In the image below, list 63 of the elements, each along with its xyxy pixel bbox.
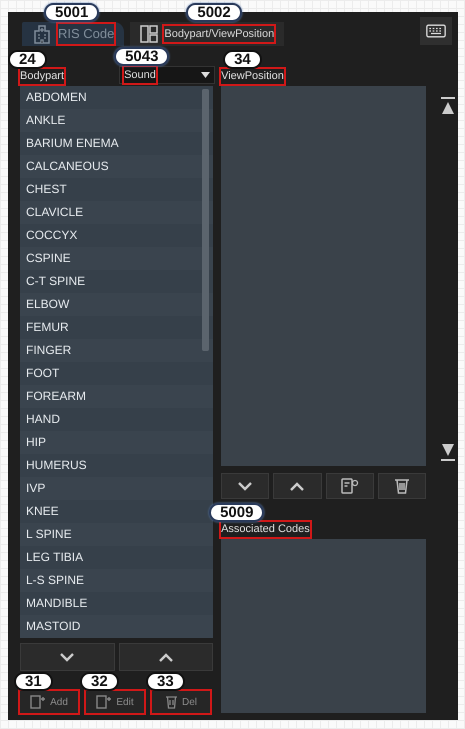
list-item[interactable]: CSPINE <box>20 247 214 270</box>
list-item[interactable]: ANKLE <box>20 109 214 132</box>
trash-icon <box>164 695 178 709</box>
chevron-down-icon <box>238 482 252 490</box>
list-item[interactable]: CLAVICLE <box>20 201 214 224</box>
list-item[interactable]: HIP <box>20 431 214 454</box>
list-item[interactable]: COCCYX <box>20 224 214 247</box>
add-item-button[interactable] <box>326 473 374 499</box>
callout-badge: 32 <box>80 672 119 691</box>
callout-badge: 5001 <box>44 3 100 22</box>
keyboard-icon <box>426 23 446 39</box>
delete-button[interactable] <box>378 473 426 499</box>
chevron-down-icon <box>60 652 74 662</box>
list-item[interactable]: FINGER <box>20 339 214 362</box>
list-item[interactable]: CHEST <box>20 178 214 201</box>
callout-badge: 5043 <box>114 47 170 66</box>
tab[interactable]: RIS Code <box>22 22 124 46</box>
list-item[interactable]: C-T SPINE <box>20 270 214 293</box>
bodypart-label: Bodypart <box>20 69 64 84</box>
delete-button[interactable]: Del <box>152 691 210 713</box>
move-up-button[interactable] <box>273 473 322 499</box>
tab[interactable]: Bodypart/ViewPosition <box>130 22 284 46</box>
sound-value: Sound <box>124 66 156 84</box>
callout-badge: 24 <box>8 50 47 69</box>
trash-icon <box>394 478 410 494</box>
edit-button[interactable]: Edit <box>86 691 144 713</box>
add-button[interactable]: Add <box>20 691 78 713</box>
chevron-up-icon <box>290 482 304 490</box>
chevron-up-icon <box>158 652 173 662</box>
list-item[interactable]: KNEE <box>20 500 214 523</box>
list-item[interactable]: HAND <box>20 408 214 431</box>
scroll-to-top-button[interactable] <box>440 96 456 114</box>
sound-dropdown[interactable]: Sound <box>119 66 216 84</box>
scroll-to-bottom-button[interactable] <box>440 442 456 460</box>
list-item[interactable]: FEMUR <box>20 316 214 339</box>
callout-badge: 33 <box>146 672 185 691</box>
callout-badge: 31 <box>14 672 53 691</box>
list-item[interactable]: IVP <box>20 477 214 500</box>
scrollbar-thumb[interactable] <box>202 89 210 351</box>
list-item[interactable]: MASTOID <box>20 615 214 638</box>
move-down-button[interactable] <box>221 473 270 499</box>
list-item[interactable]: L-S SPINE <box>20 569 214 592</box>
scroll-to-bottom-icon <box>440 442 456 461</box>
hospital-icon <box>32 24 52 44</box>
list-item[interactable]: ELBOW <box>20 293 214 316</box>
list-item[interactable]: BARIUM ENEMA <box>20 132 214 155</box>
list-item[interactable]: ABDOMEN <box>20 86 214 109</box>
scroll-to-top-icon <box>440 96 456 115</box>
keyboard-button[interactable] <box>420 17 452 45</box>
callout-badge: 5009 <box>209 503 264 522</box>
layout-icon <box>140 24 158 44</box>
list-item[interactable]: CALCANEOUS <box>20 155 214 178</box>
dropdown-arrow-icon <box>201 72 210 78</box>
list-item[interactable]: FOREARM <box>20 385 214 408</box>
associated-codes-label: Associated Codes <box>221 522 310 537</box>
list-item[interactable]: L SPINE <box>20 523 214 546</box>
callout-badge: 5002 <box>186 3 242 22</box>
list-item[interactable]: MANDIBLE <box>20 592 214 615</box>
view-position-label: ViewPosition <box>221 69 284 84</box>
callout-badge: 34 <box>223 50 262 69</box>
list-item[interactable]: LEG TIBIA <box>20 546 214 569</box>
list-item[interactable]: FOOT <box>20 362 214 385</box>
list-item[interactable]: HUMERUS <box>20 454 214 477</box>
